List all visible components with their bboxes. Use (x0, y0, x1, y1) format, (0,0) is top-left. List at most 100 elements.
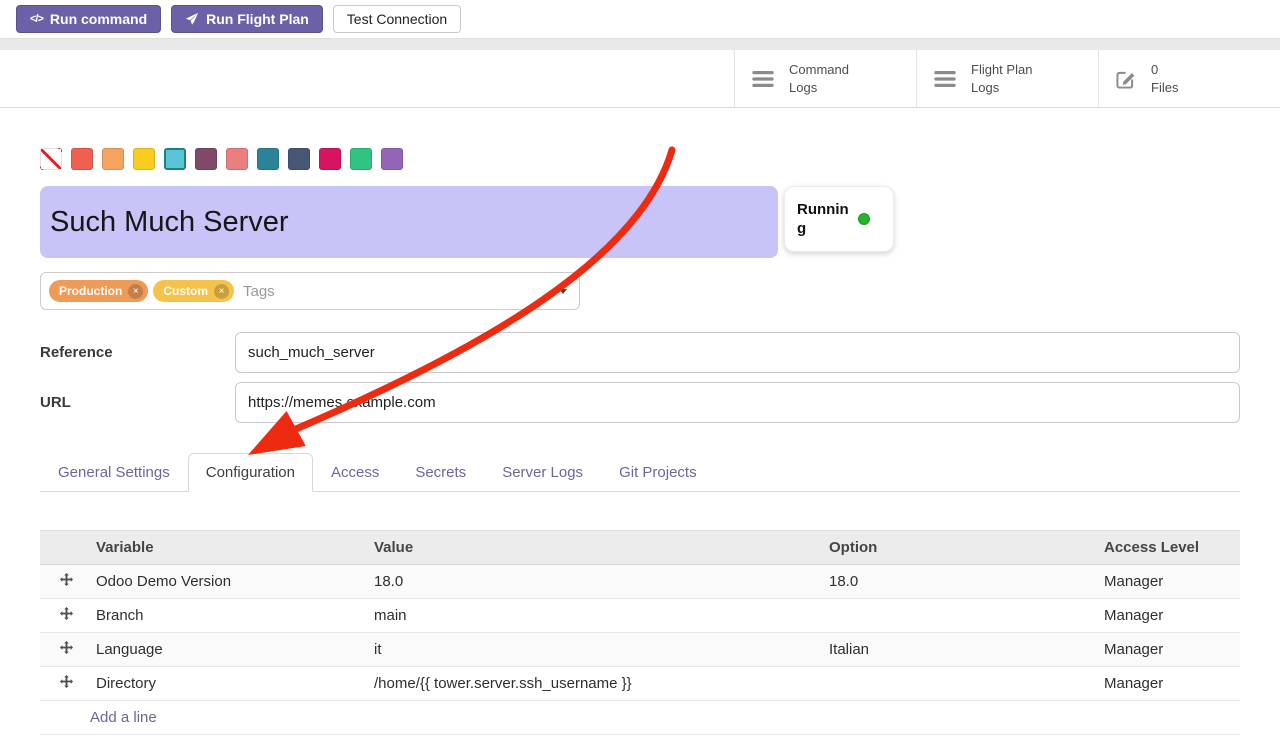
color-swatch-none[interactable] (40, 148, 62, 170)
tab-git-projects[interactable]: Git Projects (601, 453, 715, 492)
cell-option[interactable] (825, 599, 1100, 633)
remove-tag-icon[interactable]: × (214, 284, 229, 299)
cell-option[interactable]: Italian (825, 633, 1100, 667)
drag-handle-icon[interactable] (40, 633, 92, 667)
tab-secrets[interactable]: Secrets (397, 453, 484, 492)
status-label: Running (797, 200, 849, 239)
color-swatch[interactable] (350, 148, 372, 170)
color-swatch[interactable] (319, 148, 341, 170)
cell-option[interactable]: 18.0 (825, 565, 1100, 599)
tags-placeholder: Tags (243, 283, 275, 300)
cell-variable[interactable]: Directory (92, 667, 370, 701)
cell-value[interactable]: main (370, 599, 825, 633)
url-row: URL (40, 382, 1240, 423)
files-button[interactable]: 0 Files (1098, 50, 1280, 107)
column-header-option: Option (825, 531, 1100, 565)
stat-label-line1: Command (789, 61, 849, 79)
cell-option[interactable] (825, 667, 1100, 701)
tags-input[interactable]: Production × Custom × Tags (40, 272, 580, 310)
stat-label: Command Logs (789, 61, 849, 96)
column-header-value: Value (370, 531, 825, 565)
run-command-button[interactable]: </> Run command (16, 5, 161, 33)
edit-icon (1115, 68, 1137, 90)
table-row[interactable]: Branch main Manager (40, 599, 1240, 633)
table-row[interactable]: Odoo Demo Version 18.0 18.0 Manager (40, 565, 1240, 599)
color-swatch[interactable] (226, 148, 248, 170)
run-command-label: Run command (50, 11, 147, 27)
reference-input[interactable] (235, 332, 1240, 373)
url-label: URL (40, 394, 235, 411)
color-swatch-selected[interactable] (164, 148, 186, 170)
add-line-row: Add a line (40, 701, 1240, 735)
tab-configuration[interactable]: Configuration (188, 453, 313, 492)
color-swatch[interactable] (133, 148, 155, 170)
cell-value[interactable]: /home/{{ tower.server.ssh_username }} (370, 667, 825, 701)
status-dot (858, 213, 870, 225)
color-swatch[interactable] (102, 148, 124, 170)
tag-label: Custom (163, 284, 208, 298)
color-swatch[interactable] (195, 148, 217, 170)
tab-server-logs[interactable]: Server Logs (484, 453, 601, 492)
code-icon: </> (30, 13, 43, 25)
control-panel: Command Logs Flight Plan Logs 0 Files (0, 50, 1280, 108)
form-sheet: Such Much Server Running Production × Cu… (0, 108, 1280, 735)
command-logs-button[interactable]: Command Logs (734, 50, 916, 107)
table-row[interactable]: Language it Italian Manager (40, 633, 1240, 667)
stat-label: 0 Files (1151, 61, 1178, 96)
reference-row: Reference (40, 332, 1240, 373)
tab-access[interactable]: Access (313, 453, 397, 492)
stat-label-line2: Logs (789, 79, 849, 97)
list-icon (751, 69, 775, 89)
table-row[interactable]: Directory /home/{{ tower.server.ssh_user… (40, 667, 1240, 701)
cell-access-level[interactable]: Manager (1100, 599, 1240, 633)
tab-general-settings[interactable]: General Settings (40, 453, 188, 492)
run-flight-plan-label: Run Flight Plan (206, 11, 309, 27)
field-group: Reference URL (40, 332, 1240, 423)
color-swatch[interactable] (71, 148, 93, 170)
drag-handle-icon[interactable] (40, 565, 92, 599)
color-swatch[interactable] (257, 148, 279, 170)
test-connection-button[interactable]: Test Connection (333, 5, 461, 33)
flight-plan-logs-button[interactable]: Flight Plan Logs (916, 50, 1098, 107)
remove-tag-icon[interactable]: × (128, 284, 143, 299)
stat-label-line1: 0 (1151, 61, 1178, 79)
cell-value[interactable]: 18.0 (370, 565, 825, 599)
stat-label-line2: Logs (971, 79, 1032, 97)
table-header-row: Variable Value Option Access Level (40, 531, 1240, 565)
dropdown-caret-icon[interactable] (559, 289, 567, 294)
tag-custom[interactable]: Custom × (153, 280, 234, 302)
cell-access-level[interactable]: Manager (1100, 565, 1240, 599)
test-connection-label: Test Connection (347, 11, 447, 27)
drag-handle-icon[interactable] (40, 667, 92, 701)
run-flight-plan-button[interactable]: Run Flight Plan (171, 5, 323, 33)
column-header-access-level: Access Level (1100, 531, 1240, 565)
tag-production[interactable]: Production × (49, 280, 148, 302)
notebook-tabs: General Settings Configuration Access Se… (40, 453, 1240, 492)
cell-value[interactable]: it (370, 633, 825, 667)
handle-column-header (40, 531, 92, 565)
cell-access-level[interactable]: Manager (1100, 667, 1240, 701)
drag-handle-icon[interactable] (40, 599, 92, 633)
toolbar: </> Run command Run Flight Plan Test Con… (0, 0, 1280, 38)
cell-variable[interactable]: Branch (92, 599, 370, 633)
cell-variable[interactable]: Odoo Demo Version (92, 565, 370, 599)
paper-plane-icon (185, 12, 199, 26)
color-swatch[interactable] (288, 148, 310, 170)
separator-strip (0, 38, 1280, 50)
stat-label: Flight Plan Logs (971, 61, 1032, 96)
cell-variable[interactable]: Language (92, 633, 370, 667)
color-picker (40, 108, 1240, 170)
tag-label: Production (59, 284, 122, 298)
status-running-badge[interactable]: Running (784, 186, 894, 252)
server-name-field[interactable]: Such Much Server (40, 186, 778, 258)
list-icon (933, 69, 957, 89)
color-swatch[interactable] (381, 148, 403, 170)
cell-access-level[interactable]: Manager (1100, 633, 1240, 667)
title-row: Such Much Server Running (40, 186, 1240, 258)
stat-label-line1: Flight Plan (971, 61, 1032, 79)
stat-label-line2: Files (1151, 79, 1178, 97)
add-a-line-link[interactable]: Add a line (90, 709, 157, 726)
url-input[interactable] (235, 382, 1240, 423)
reference-label: Reference (40, 344, 235, 361)
configuration-table: Variable Value Option Access Level Odoo … (40, 530, 1240, 735)
